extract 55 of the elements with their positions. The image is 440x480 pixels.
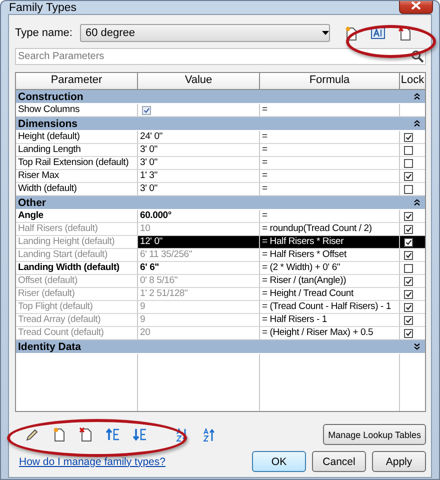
collapse-icon[interactable] — [414, 199, 420, 206]
dialog-button[interactable]: OK — [252, 451, 306, 472]
formula-cell[interactable]: = — [260, 144, 400, 157]
column-header[interactable]: Parameter — [16, 73, 138, 89]
parameter-cell[interactable]: Riser Max — [16, 170, 138, 183]
value-checkbox[interactable] — [142, 106, 151, 114]
collapse-icon[interactable] — [414, 120, 420, 127]
column-header[interactable]: Formula — [260, 73, 400, 89]
column-header[interactable]: Value — [138, 73, 260, 89]
formula-cell[interactable]: = — [260, 210, 400, 223]
lock-checkbox[interactable] — [404, 264, 413, 272]
lock-checkbox[interactable] — [404, 146, 413, 154]
lock-checkbox[interactable] — [404, 184, 413, 194]
dialog-button[interactable]: Apply — [372, 451, 426, 472]
group-title: Dimensions — [18, 118, 78, 130]
parameter-cell[interactable]: Angle — [16, 210, 138, 223]
collapse-icon[interactable] — [414, 93, 420, 100]
manage-lookup-tables-button[interactable]: Manage Lookup Tables — [323, 424, 426, 445]
parameter-cell[interactable]: Landing Length — [16, 144, 138, 157]
parameter-cell[interactable]: Height (default) — [16, 131, 138, 144]
search-field[interactable]: Search Parameters — [15, 48, 426, 65]
parameter-cell[interactable]: Landing Width (default) — [16, 262, 138, 275]
type-name-dropdown[interactable]: 60 degree — [80, 24, 330, 42]
lock-checkbox[interactable] — [404, 212, 413, 220]
value-cell[interactable]: 60.000° — [138, 210, 260, 223]
value-cell[interactable]: 6' 6" — [138, 262, 260, 275]
value-cell[interactable]: 24' 0" — [138, 131, 260, 144]
group-header[interactable]: Dimensions — [16, 117, 425, 131]
formula-cell[interactable]: = — [260, 157, 400, 170]
formula-cell[interactable]: = — [260, 131, 400, 144]
close-icon — [411, 1, 421, 10]
group-title: Construction — [18, 90, 84, 102]
dropdown-arrow-icon — [322, 31, 329, 35]
formula-cell[interactable]: = — [260, 170, 400, 183]
group-header[interactable]: Other — [16, 196, 425, 210]
lock-checkbox[interactable] — [404, 158, 413, 168]
value-cell[interactable]: 1' 3" — [138, 170, 260, 183]
window-title: Family Types — [9, 2, 77, 14]
value-cell[interactable]: 3' 0" — [138, 157, 260, 170]
help-link[interactable]: How do I manage family types? — [19, 456, 252, 468]
lock-checkbox[interactable] — [404, 132, 413, 142]
search-icon — [411, 50, 424, 63]
group-title: Identity Data — [18, 340, 82, 352]
parameter-cell[interactable]: Top Rail Extension (default) — [16, 157, 138, 170]
expand-icon[interactable] — [414, 343, 420, 350]
formula-cell[interactable]: = (2 * Width) + 0' 6" — [260, 262, 400, 275]
group-header[interactable]: Construction — [16, 90, 425, 104]
value-cell[interactable]: 3' 0" — [138, 144, 260, 157]
column-header[interactable]: Lock — [400, 73, 425, 89]
dialog-button[interactable]: Cancel — [312, 451, 366, 472]
type-name-label: Type name: — [15, 27, 72, 39]
group-title: Other — [18, 196, 46, 208]
lock-checkbox[interactable] — [404, 172, 413, 180]
close-button[interactable] — [399, 1, 433, 14]
group-header[interactable]: Identity Data — [16, 340, 425, 354]
